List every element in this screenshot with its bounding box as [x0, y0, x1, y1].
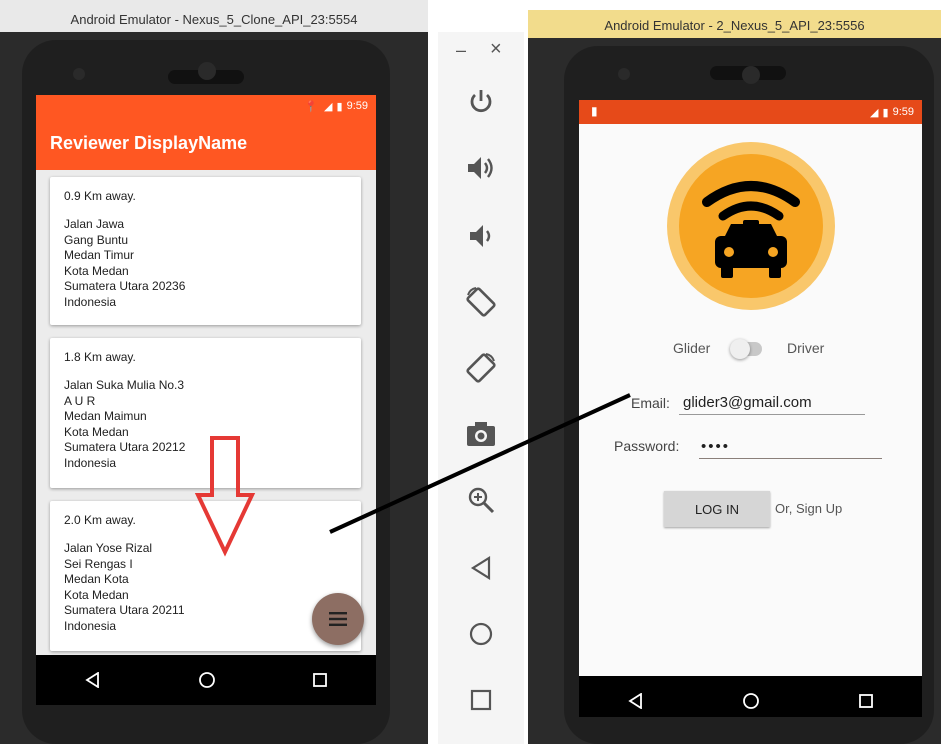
password-underline	[699, 458, 882, 459]
address-line: Sumatera Utara 20236	[64, 279, 186, 293]
role-toggle[interactable]	[730, 339, 762, 359]
address-line: Medan Maimun	[64, 409, 147, 423]
driver-label: Driver	[787, 340, 825, 356]
page-title: Reviewer DisplayName	[50, 133, 248, 153]
right-emulator-window: Android Emulator - 2_Nexus_5_API_23:5556…	[528, 10, 941, 744]
list-item[interactable]: 1.8 Km away. Jalan Suka Mulia No.3 A U R…	[50, 338, 361, 488]
battery-icon: ▮	[882, 106, 889, 119]
password-field[interactable]: ••••	[701, 438, 881, 455]
home-icon[interactable]	[742, 692, 760, 710]
address-line: Medan Timur	[64, 248, 135, 262]
signal-icon: ◢	[870, 106, 879, 119]
right-status-time: 9:59	[892, 106, 914, 118]
left-screen: 📍 ◢ ▮ 9:59 Reviewer DisplayName 0.9 Km a…	[36, 95, 376, 705]
email-underline	[679, 414, 865, 415]
left-phone-camera	[73, 68, 85, 80]
address-line: Kota Medan	[64, 424, 129, 439]
right-nav-bar	[579, 676, 922, 717]
zoom-icon	[468, 487, 495, 514]
password-label: Password:	[614, 438, 680, 454]
screenshot-button[interactable]	[461, 414, 501, 454]
rotate-left-button[interactable]	[461, 282, 501, 322]
left-status-time: 9:59	[346, 100, 368, 112]
back-button[interactable]	[461, 548, 501, 588]
address-line: Kota Medan	[64, 263, 129, 278]
address-line: Indonesia	[64, 294, 117, 309]
address-line: Kota Medan	[64, 587, 129, 602]
address-line: Jalan Jawa	[64, 217, 125, 231]
distance-text: 2.0 Km away.	[64, 513, 136, 527]
emulator-toolbar: – ×	[438, 32, 524, 744]
power-button[interactable]	[461, 82, 501, 122]
overview-icon[interactable]	[313, 673, 328, 687]
login-button[interactable]: LOG IN	[664, 491, 770, 527]
email-field[interactable]: glider3@gmail.com	[683, 394, 863, 411]
left-emulator-window: Android Emulator - Nexus_5_Clone_API_23:…	[0, 0, 428, 744]
toggle-thumb	[730, 339, 750, 359]
glider-label: Glider	[673, 340, 711, 356]
home-button[interactable]	[461, 614, 501, 654]
overview-icon	[470, 689, 492, 711]
menu-icon	[329, 612, 347, 626]
minimize-button[interactable]: –	[456, 40, 466, 61]
address-line: Jalan Yose Rizal	[64, 541, 153, 555]
right-phone-camera	[618, 68, 630, 80]
list-item[interactable]: 0.9 Km away. Jalan Jawa Gang Buntu Medan…	[50, 177, 361, 325]
volume-up-icon	[468, 157, 493, 179]
location-icon: 📍	[304, 100, 319, 113]
left-window-title: Android Emulator - Nexus_5_Clone_API_23:…	[70, 11, 358, 27]
address-line: Sei Rengas I	[64, 556, 133, 571]
home-icon	[469, 622, 493, 646]
back-icon[interactable]	[84, 672, 101, 688]
rotate-right-icon	[466, 353, 496, 383]
volume-down-icon	[470, 225, 491, 247]
fab-menu-button[interactable]	[312, 593, 364, 645]
right-phone-sensor	[742, 66, 760, 84]
volume-down-button[interactable]	[461, 216, 501, 256]
signup-link[interactable]: Or, Sign Up	[775, 501, 842, 516]
rotate-right-button[interactable]	[461, 348, 501, 388]
overview-button[interactable]	[461, 680, 501, 720]
left-nav-bar	[36, 655, 376, 705]
signal-icon: ◢	[324, 100, 333, 113]
address-line: Medan Kota	[64, 572, 129, 586]
close-button[interactable]: ×	[490, 38, 502, 61]
right-status-bar: ▮ ◢ ▮ 9:59	[579, 100, 922, 124]
address-line: Indonesia	[64, 618, 117, 633]
app-logo	[667, 142, 835, 310]
address-line: Sumatera Utara 20212	[64, 440, 186, 454]
battery-icon: ▮	[336, 100, 343, 113]
volume-up-button[interactable]	[461, 148, 501, 188]
rotate-left-icon	[466, 287, 496, 317]
app-bar: Reviewer DisplayName	[36, 117, 376, 170]
address-line: Indonesia	[64, 455, 117, 470]
address-line: Gang Buntu	[64, 232, 129, 247]
right-screen: ▮ ◢ ▮ 9:59 Glider Driver Email: glider3@…	[579, 100, 922, 717]
address-line: Sumatera Utara 20211	[64, 603, 185, 617]
left-phone-sensor	[198, 62, 216, 80]
sd-card-icon: ▮	[591, 104, 598, 118]
overview-icon[interactable]	[858, 694, 873, 708]
distance-text: 1.8 Km away.	[64, 350, 136, 364]
home-icon[interactable]	[198, 671, 216, 689]
back-icon[interactable]	[628, 693, 644, 709]
address-line: Jalan Suka Mulia No.3	[64, 378, 185, 392]
address-line: A U R	[64, 393, 96, 408]
camera-icon	[467, 422, 495, 446]
distance-text: 0.9 Km away.	[64, 189, 136, 203]
zoom-button[interactable]	[461, 480, 501, 520]
power-icon	[470, 90, 492, 113]
back-icon	[470, 556, 491, 580]
left-status-bar: 📍 ◢ ▮ 9:59	[36, 95, 376, 117]
email-label: Email:	[631, 395, 670, 411]
right-window-title: Android Emulator - 2_Nexus_5_API_23:5556	[604, 17, 865, 33]
